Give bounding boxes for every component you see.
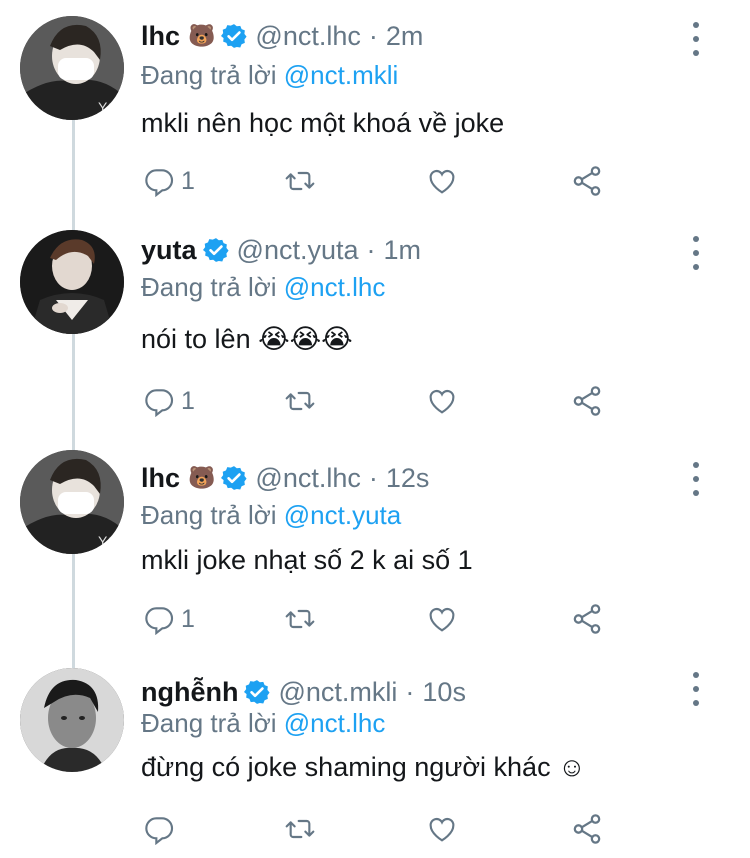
replying-to: Đang trả lời @nct.yuta [141, 500, 401, 531]
user-handle[interactable]: @nct.lhc [255, 463, 360, 494]
replying-to-handle[interactable]: @nct.lhc [284, 708, 386, 738]
timestamp[interactable]: 2m [386, 21, 424, 52]
share-button[interactable] [570, 380, 604, 422]
reply-button[interactable]: 1 [143, 160, 195, 202]
like-icon [429, 607, 455, 632]
share-button[interactable] [570, 808, 604, 850]
timestamp[interactable]: 1m [384, 235, 422, 266]
more-options-icon[interactable] [684, 236, 708, 270]
bear-emoji: 🐻 [188, 23, 216, 48]
tweet-text: mkli nên học một khoá về joke [141, 108, 505, 138]
display-name[interactable]: lhc [141, 21, 180, 52]
tweet-header: nghễnh @nct.mkli · 10s [141, 672, 466, 712]
user-handle[interactable]: @nct.mkli [278, 677, 397, 708]
display-name[interactable]: yuta [141, 235, 197, 266]
replying-to-label: Đang trả lời [141, 272, 284, 302]
replying-to-label: Đang trả lời [141, 708, 284, 738]
reply-icon [145, 389, 174, 417]
reply-icon [145, 817, 174, 845]
share-icon [573, 604, 601, 634]
replying-to: Đang trả lời @nct.lhc [141, 272, 385, 303]
replying-to: Đang trả lời @nct.mkli [141, 60, 398, 91]
tweet[interactable]: YO lhc 🐻 @nct.lhc · 2m Đang trả lời @nct… [0, 0, 750, 214]
reply-button[interactable]: 1 [143, 598, 195, 640]
replying-to-handle[interactable]: @nct.yuta [284, 500, 401, 530]
verified-badge-icon [202, 237, 229, 263]
svg-text:YO: YO [98, 99, 118, 115]
retweet-button[interactable] [283, 808, 317, 850]
like-button[interactable] [425, 808, 459, 850]
user-handle[interactable]: @nct.yuta [237, 235, 359, 266]
avatar[interactable] [20, 230, 124, 334]
share-icon [573, 386, 601, 416]
more-options-icon[interactable] [684, 22, 708, 56]
reply-count: 1 [181, 604, 195, 633]
tweet-text: mkli joke nhạt số 2 k ai số 1 [141, 545, 473, 575]
display-name[interactable]: lhc [141, 463, 180, 494]
user-handle[interactable]: @nct.lhc [255, 21, 360, 52]
replying-to: Đang trả lời @nct.lhc [141, 708, 385, 739]
display-name[interactable]: nghễnh [141, 677, 238, 708]
action-bar: 1 [0, 598, 750, 640]
like-icon [429, 169, 455, 194]
separator-dot: · [368, 462, 378, 493]
share-icon [573, 166, 601, 196]
tweet-header: yuta @nct.yuta · 1m [141, 230, 421, 270]
timestamp[interactable]: 10s [422, 677, 466, 708]
like-button[interactable] [425, 598, 459, 640]
reply-button[interactable] [143, 808, 181, 850]
more-options-icon[interactable] [684, 462, 708, 496]
tweet[interactable]: nghễnh @nct.mkli · 10s Đang trả lời @nct… [0, 650, 750, 858]
share-button[interactable] [570, 598, 604, 640]
separator-dot: · [368, 20, 378, 51]
retweet-button[interactable] [283, 598, 317, 640]
verified-badge-icon [221, 23, 247, 49]
tweet[interactable]: YO lhc 🐻 @nct.lhc · 12s Đang trả lời @nc… [0, 432, 750, 650]
reply-icon [145, 607, 174, 635]
tweet-header: lhc 🐻 @nct.lhc · 2m [141, 16, 423, 56]
retweet-icon [285, 391, 315, 411]
bear-emoji: 🐻 [188, 465, 216, 490]
avatar[interactable]: YO [20, 450, 124, 554]
action-bar: 1 [0, 380, 750, 422]
reply-count: 1 [181, 166, 195, 195]
replying-to-handle[interactable]: @nct.lhc [284, 272, 386, 302]
action-bar: 1 [0, 160, 750, 202]
tweet[interactable]: yuta @nct.yuta · 1m Đang trả lời @nct.lh… [0, 214, 750, 432]
action-bar [0, 808, 750, 850]
retweet-button[interactable] [283, 160, 317, 202]
replying-to-label: Đang trả lời [141, 500, 284, 530]
avatar[interactable]: YO [20, 16, 124, 120]
retweet-icon [285, 819, 315, 839]
like-icon [429, 389, 455, 414]
like-button[interactable] [425, 160, 459, 202]
reply-count: 1 [181, 386, 195, 415]
timestamp[interactable]: 12s [386, 463, 430, 494]
verified-badge-icon [221, 465, 247, 491]
tweet-text: nói to lên 😭😭😭 [141, 324, 353, 354]
reply-icon [145, 169, 174, 197]
separator-dot: · [366, 234, 376, 265]
avatar[interactable] [20, 668, 124, 772]
tweet-text: đừng có joke shaming người khác ☺ [141, 752, 586, 782]
like-icon [429, 817, 455, 842]
more-options-icon[interactable] [684, 672, 708, 706]
replying-to-handle[interactable]: @nct.mkli [284, 60, 399, 90]
like-button[interactable] [425, 380, 459, 422]
verified-badge-icon [244, 679, 271, 705]
share-button[interactable] [570, 160, 604, 202]
replying-to-label: Đang trả lời [141, 60, 284, 90]
share-icon [573, 814, 601, 844]
retweet-icon [285, 609, 315, 629]
retweet-button[interactable] [283, 380, 317, 422]
retweet-icon [285, 171, 315, 191]
reply-button[interactable]: 1 [143, 380, 195, 422]
tweet-header: lhc 🐻 @nct.lhc · 12s [141, 458, 429, 498]
svg-text:YO: YO [98, 533, 118, 549]
separator-dot: · [405, 676, 415, 707]
